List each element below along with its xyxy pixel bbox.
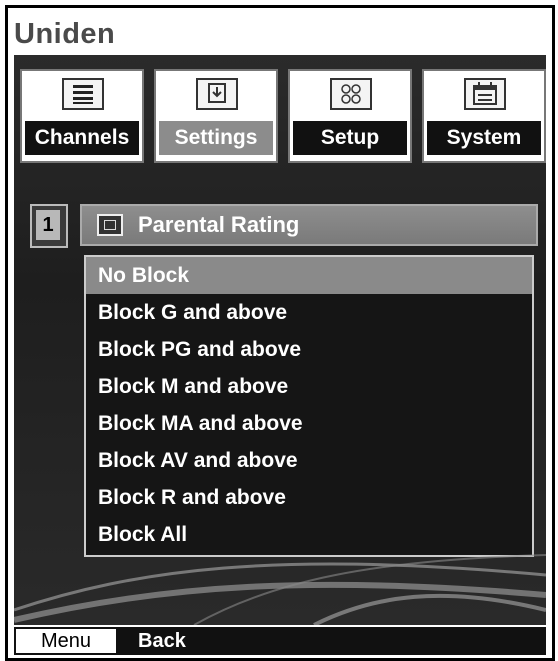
- tab-system-label: System: [427, 121, 541, 155]
- submenu-title-bar: Parental Rating: [80, 204, 538, 246]
- option-block-g[interactable]: Block G and above: [86, 294, 532, 331]
- list-icon: [62, 78, 104, 110]
- tab-setup-label: Setup: [293, 121, 407, 155]
- tab-channels-label: Channels: [25, 121, 139, 155]
- grid-icon: [330, 78, 372, 110]
- option-block-r[interactable]: Block R and above: [86, 479, 532, 516]
- submenu-title: Parental Rating: [138, 212, 300, 237]
- menu-screen: Channels Settings Setup System 1 Parenta…: [14, 55, 546, 625]
- rating-icon: [97, 214, 123, 236]
- option-block-av[interactable]: Block AV and above: [86, 442, 532, 479]
- tab-settings-label: Settings: [159, 121, 273, 155]
- tab-channels[interactable]: Channels: [20, 69, 144, 163]
- menu-button[interactable]: Menu: [16, 629, 116, 653]
- tab-setup[interactable]: Setup: [288, 69, 412, 163]
- menu-index: 1: [36, 210, 60, 240]
- option-block-m[interactable]: Block M and above: [86, 368, 532, 405]
- option-block-ma[interactable]: Block MA and above: [86, 405, 532, 442]
- brand-logo: Uniden: [14, 18, 116, 50]
- back-button[interactable]: Back: [138, 629, 186, 653]
- option-no-block[interactable]: No Block: [86, 257, 532, 294]
- download-box-icon: [196, 78, 238, 110]
- tab-settings[interactable]: Settings: [154, 69, 278, 163]
- menu-index-badge: 1: [30, 204, 68, 248]
- tab-system[interactable]: System: [422, 69, 546, 163]
- calendar-icon: [464, 78, 506, 110]
- tv-screen-frame: Uniden Channels Settings Setup System 1 …: [5, 5, 555, 661]
- decorative-swoosh: [14, 554, 546, 625]
- footer-bar: Menu Back: [14, 627, 546, 655]
- option-list: No Block Block G and above Block PG and …: [84, 255, 534, 557]
- option-block-pg[interactable]: Block PG and above: [86, 331, 532, 368]
